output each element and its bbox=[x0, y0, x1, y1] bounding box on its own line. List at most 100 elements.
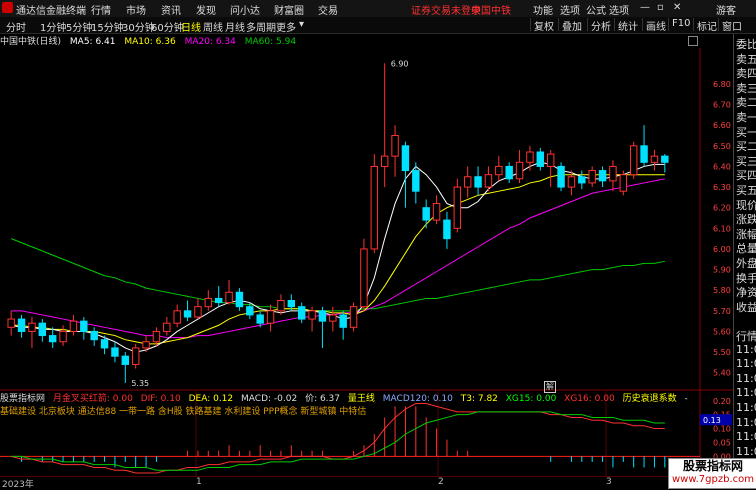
period-tab-30min[interactable]: 30分钟 bbox=[122, 19, 155, 34]
quote-panel-item: 现价 bbox=[736, 198, 756, 212]
quote-panel-item: 卖五 bbox=[736, 52, 756, 66]
quote-panel-item: 买四 bbox=[736, 169, 756, 183]
period-tab-intraday[interactable]: 分时 bbox=[6, 19, 26, 34]
close-icon[interactable]: ✕ bbox=[673, 2, 681, 13]
current-indicator-value: 0.13 bbox=[703, 416, 721, 425]
restore-icon[interactable]: ▫ bbox=[657, 2, 664, 13]
price-axis-label: 6.40 bbox=[713, 162, 731, 171]
date-label-mar: 3 bbox=[606, 477, 612, 487]
quote-panel-item: 11:02 bbox=[736, 386, 756, 400]
quote-panel-item: 11:02 bbox=[736, 357, 756, 371]
quote-panel-item: 卖一 bbox=[736, 111, 756, 124]
price-axis-label: 6.50 bbox=[713, 142, 731, 151]
candle-body bbox=[225, 291, 233, 304]
menu-wealth-circle[interactable]: 财富圈 bbox=[274, 2, 304, 17]
period-tab-more[interactable]: 更多 bbox=[276, 19, 296, 34]
period-tab-daily[interactable]: 日线 bbox=[181, 19, 201, 34]
price-axis-label: 6.00 bbox=[713, 245, 731, 254]
period-tab-15min[interactable]: 15分钟 bbox=[91, 19, 124, 34]
minimize-icon[interactable]: — bbox=[640, 2, 650, 13]
candle-body bbox=[7, 318, 15, 328]
candle-body bbox=[629, 145, 638, 176]
ma10-value: MA10: 6.36 bbox=[124, 37, 176, 47]
candle-body bbox=[598, 170, 607, 182]
chevron-down-icon[interactable]: ▾ bbox=[299, 19, 304, 30]
candle-body bbox=[121, 355, 130, 365]
quote-panel-item: 行情 bbox=[736, 330, 756, 343]
candle-body bbox=[48, 335, 57, 343]
quote-panel-item: 收益 bbox=[736, 300, 756, 314]
draw-line-button[interactable]: 画线 bbox=[642, 18, 669, 33]
menu-discover[interactable]: 发现 bbox=[196, 2, 216, 17]
candle-body bbox=[463, 176, 472, 188]
quote-panel-item: 买二 bbox=[736, 140, 756, 154]
history-decay-tail: - bbox=[684, 394, 688, 404]
candle-body bbox=[204, 297, 213, 308]
candle-body bbox=[422, 207, 430, 221]
date-label-feb: 2 bbox=[438, 477, 444, 487]
site-watermark: 股票指标网 www.7gpzb.com bbox=[668, 458, 756, 489]
quote-panel-item: 总量 bbox=[736, 242, 756, 256]
candle-body bbox=[308, 310, 316, 320]
menu-news[interactable]: 资讯 bbox=[161, 2, 181, 17]
candle-body bbox=[59, 330, 67, 343]
menu-options[interactable]: 选项 bbox=[560, 2, 580, 17]
restore-rights-button[interactable]: 复权 bbox=[530, 18, 557, 33]
price-axis-label: 5.60 bbox=[713, 327, 731, 336]
quote-panel-item: 11:02 bbox=[736, 430, 756, 444]
f10-button[interactable]: F10 bbox=[668, 18, 693, 31]
indicator-name[interactable]: 股票指标网 bbox=[0, 394, 45, 404]
menu-market-quotes[interactable]: 行情 bbox=[91, 2, 111, 17]
period-tab-5min[interactable]: 5分钟 bbox=[66, 19, 92, 34]
quote-panel-item: 11:02 bbox=[736, 342, 756, 356]
statistics-button[interactable]: 统计 bbox=[614, 18, 641, 33]
price-axis-label: 6.60 bbox=[713, 121, 731, 130]
app-title: 通达信金融终端 bbox=[16, 6, 86, 17]
indicator-bar: 股票指标网 月金叉买红箭: 0.00 DIF: 0.10 DEA: 0.12 M… bbox=[0, 391, 700, 404]
candle-body bbox=[277, 300, 285, 312]
candle-body bbox=[266, 310, 275, 324]
period-tab-monthly[interactable]: 月线 bbox=[225, 19, 245, 34]
candle-body bbox=[515, 161, 524, 180]
candle-body bbox=[111, 347, 119, 357]
guest-label[interactable]: 游客 bbox=[716, 2, 736, 17]
price-axis-label: 5.70 bbox=[713, 307, 731, 316]
analysis-button[interactable]: 分析 bbox=[587, 18, 614, 33]
candle-body bbox=[380, 155, 389, 167]
chart-stock-label: 中国中铁(日线) bbox=[0, 37, 62, 47]
indicator-axis-label: 0.05 bbox=[713, 438, 731, 447]
candle-body bbox=[484, 174, 493, 188]
date-label-year: 2023年 bbox=[2, 480, 34, 490]
menu-ask[interactable]: 问小达 bbox=[230, 2, 260, 17]
quote-panel-item: 买五 bbox=[736, 184, 756, 197]
menu-settings[interactable]: 选项 bbox=[609, 2, 629, 17]
period-tab-multi[interactable]: 多周期 bbox=[246, 19, 276, 34]
menu-market[interactable]: 市场 bbox=[126, 2, 146, 17]
period-tab-weekly[interactable]: 周线 bbox=[203, 19, 223, 34]
overlay-button[interactable]: 叠加 bbox=[558, 18, 585, 33]
quote-panel-item: 委比 bbox=[736, 38, 756, 51]
menu-trade[interactable]: 交易 bbox=[318, 2, 338, 17]
candle-body bbox=[287, 300, 296, 308]
candle-body bbox=[360, 248, 368, 308]
candle-body bbox=[339, 314, 347, 328]
candle-body bbox=[80, 320, 88, 332]
price-axis-label: 6.70 bbox=[713, 101, 731, 110]
expand-icon[interactable] bbox=[688, 36, 698, 46]
golden-cross-value: 月金叉买红箭: 0.00 bbox=[52, 394, 133, 404]
mark-button[interactable]: 标记 bbox=[693, 18, 720, 33]
candle-body bbox=[246, 306, 254, 316]
concept-tags: 基础建设 北京板块 通达信88 一带一路 含H股 铁路基建 水利建设 PPP概念… bbox=[0, 407, 367, 417]
quote-panel-item: 换手 bbox=[736, 271, 756, 285]
menu-formula[interactable]: 公式 bbox=[586, 2, 606, 17]
candle-body bbox=[557, 165, 565, 188]
app-logo-icon bbox=[2, 2, 13, 13]
menu-function[interactable]: 功能 bbox=[533, 2, 553, 17]
period-tab-60min[interactable]: 60分钟 bbox=[151, 19, 184, 34]
window-button[interactable]: 窗口 bbox=[718, 18, 745, 33]
candle-body bbox=[69, 320, 78, 332]
period-tab-1min[interactable]: 1分钟 bbox=[40, 19, 66, 34]
price-axis-label: 5.80 bbox=[713, 286, 731, 295]
ma5-line bbox=[11, 161, 665, 353]
candle-body bbox=[370, 165, 379, 250]
